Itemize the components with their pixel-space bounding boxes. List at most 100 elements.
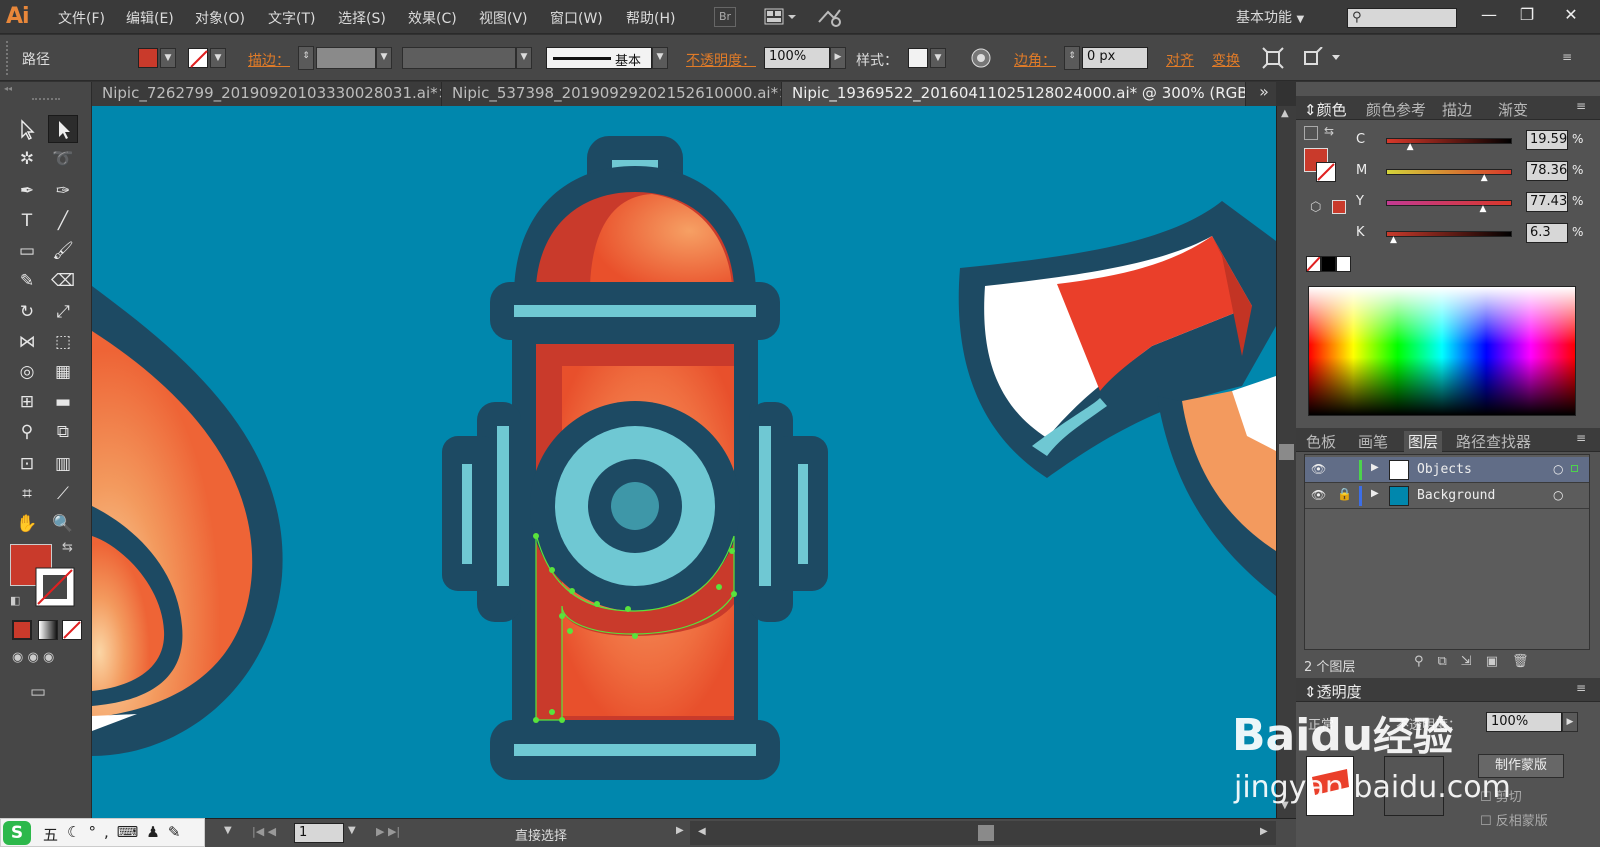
opacity-arrow-icon[interactable]: ▶ <box>1562 712 1578 732</box>
tab-document-2[interactable]: Nipic_537398_20190929202152610000.ai*× <box>442 82 782 106</box>
tab-brushes[interactable]: 画笔 <box>1358 431 1388 452</box>
tab-layers[interactable]: 图层 <box>1404 431 1443 452</box>
rectangle-tool-icon[interactable]: ▭ <box>12 237 42 265</box>
channel-value-field[interactable]: 6.3 <box>1526 223 1568 243</box>
panel-menu-icon[interactable]: ≡ <box>1576 99 1586 113</box>
opacity-arrow-icon[interactable]: ▶ <box>830 47 846 69</box>
swap-icon[interactable]: ⇆ <box>1324 124 1334 138</box>
tab-color-guide[interactable]: 颜色参考 <box>1366 99 1426 120</box>
hand-tool-icon[interactable]: ✋ <box>12 510 42 538</box>
expand-triangle-icon[interactable]: ▶ <box>1371 488 1379 499</box>
brush-dropdown-icon[interactable]: ▼ <box>652 47 668 69</box>
hscroll-thumb[interactable] <box>978 825 994 841</box>
perspective-grid-tool-icon[interactable]: ▦ <box>48 358 78 386</box>
profile-dropdown-icon[interactable]: ▼ <box>516 47 532 69</box>
blend-tool-icon[interactable]: ⧉ <box>48 418 78 446</box>
first-page-icon[interactable]: |◀ ◀ <box>252 825 276 838</box>
isolate-object-icon[interactable] <box>1262 47 1284 69</box>
menu-file[interactable]: 文件(F) <box>58 8 105 28</box>
type-tool-icon[interactable]: T <box>12 207 42 235</box>
quick-swatches[interactable] <box>1306 256 1352 272</box>
recolor-artwork-icon[interactable] <box>970 47 992 69</box>
default-colors-icon[interactable]: ◧ <box>10 594 24 608</box>
color-spectrum[interactable] <box>1308 286 1576 416</box>
style-dropdown-icon[interactable]: ▼ <box>930 48 946 68</box>
tab-transparency[interactable]: ⇕透明度 <box>1304 681 1362 702</box>
artboard-tool-icon[interactable]: ⌗ <box>12 480 42 508</box>
symbol-sprayer-tool-icon[interactable]: ⊡ <box>12 450 42 478</box>
tab-gradient[interactable]: 渐变 <box>1498 99 1528 120</box>
slider-thumb-icon[interactable]: ▲ <box>1390 235 1397 245</box>
slider-thumb-icon[interactable]: ▲ <box>1480 204 1487 214</box>
stroke-weight-dropdown-icon[interactable]: ▼ <box>376 47 392 69</box>
target-circle-icon[interactable]: ○ <box>1553 488 1563 502</box>
selection-tool-icon[interactable] <box>12 115 42 143</box>
slice-tool-icon[interactable]: ⟋ <box>48 480 78 508</box>
stroke-none-swatch[interactable] <box>188 48 208 68</box>
menu-type[interactable]: 文字(T) <box>268 8 315 28</box>
scroll-left-icon[interactable]: ◀ <box>698 826 706 837</box>
align-link[interactable]: 对齐 <box>1166 50 1194 70</box>
channel-slider[interactable] <box>1386 231 1512 237</box>
channel-value-field[interactable]: 78.36 <box>1526 161 1568 181</box>
mesh-tool-icon[interactable]: ⊞ <box>12 388 42 416</box>
menu-view[interactable]: 视图(V) <box>479 8 528 28</box>
ime-tools-icons[interactable]: ☾°,⌨♟✎ <box>67 823 188 841</box>
eye-icon[interactable]: 👁 <box>1311 462 1326 476</box>
scale-tool-icon[interactable]: ⤢ <box>48 298 78 326</box>
workspace-switcher[interactable]: 基本功能 ▼ <box>1236 7 1304 27</box>
channel-value-field[interactable]: 77.43 <box>1526 192 1568 212</box>
layer-row-background[interactable]: 👁 🔒 ▶ Background ○ <box>1305 483 1589 509</box>
status-menu-icon[interactable]: ▶ <box>676 825 684 836</box>
opacity-field[interactable]: 100% <box>764 47 830 69</box>
pencil-tool-icon[interactable]: ✎ <box>12 267 42 295</box>
next-page-icon[interactable]: ▶ ▶| <box>376 825 400 838</box>
brush-definition[interactable]: 基本 <box>546 47 652 69</box>
channel-slider[interactable] <box>1386 200 1512 206</box>
stroke-fill-mini-icon[interactable] <box>1304 126 1318 140</box>
variable-width-profile[interactable] <box>402 47 516 69</box>
stroke-dropdown-icon[interactable]: ▼ <box>210 48 226 68</box>
direct-selection-tool-icon[interactable] <box>48 115 78 143</box>
line-tool-icon[interactable]: ╱ <box>48 207 78 235</box>
artboard-canvas[interactable] <box>92 106 1276 818</box>
corner-radius-field[interactable]: 0 px <box>1082 47 1148 69</box>
flame-artwork[interactable] <box>92 286 283 756</box>
screen-mode-icon[interactable]: ▭ <box>30 682 60 702</box>
panel-menu-icon[interactable]: ≡ <box>1562 50 1580 64</box>
menu-help[interactable]: 帮助(H) <box>626 8 675 28</box>
opacity-label[interactable]: 不透明度： <box>686 50 756 70</box>
tabs-overflow-icon[interactable]: » <box>1252 82 1276 106</box>
tab-stroke[interactable]: 描边 <box>1442 99 1472 120</box>
target-circle-icon[interactable]: ○ <box>1553 462 1563 476</box>
restore-button[interactable]: ❐ <box>1512 4 1542 28</box>
tab-document-3[interactable]: Nipic_19369522_20160411025128024000.ai* … <box>782 82 1246 106</box>
width-tool-icon[interactable]: ⋈ <box>12 328 42 356</box>
tab-color[interactable]: ⇕颜色 <box>1304 99 1347 120</box>
stroke-weight-field[interactable] <box>316 47 376 69</box>
bridge-button[interactable]: Br <box>714 7 736 27</box>
gradient-tool-icon[interactable]: ▬ <box>48 388 78 416</box>
panel-menu-icon[interactable]: ≡ <box>1576 681 1586 695</box>
invert-mask-checkbox[interactable]: ☐ 反相蒙版 <box>1480 810 1548 829</box>
menu-window[interactable]: 窗口(W) <box>550 8 603 28</box>
horizontal-scrollbar[interactable]: ◀ ▶ <box>690 821 1276 845</box>
panel-menu-icon[interactable]: ≡ <box>1576 431 1586 445</box>
channel-value-field[interactable]: 19.59 <box>1526 130 1568 150</box>
swap-colors-icon[interactable]: ⇆ <box>62 540 78 556</box>
none-swatch[interactable] <box>1306 256 1321 272</box>
expand-triangle-icon[interactable]: ▶ <box>1371 462 1379 473</box>
page-dropdown-icon[interactable]: ▼ <box>348 825 356 836</box>
channel-slider[interactable] <box>1386 169 1512 175</box>
corner-label[interactable]: 边角： <box>1014 50 1056 70</box>
scroll-up-icon[interactable]: ▲ <box>1281 108 1289 119</box>
slider-thumb-icon[interactable]: ▲ <box>1407 142 1414 152</box>
zoom-dropdown-icon[interactable]: ▼ <box>224 825 240 841</box>
menu-edit[interactable]: 编辑(E) <box>126 8 174 28</box>
ime-mode-label[interactable]: 五 <box>43 824 58 845</box>
none-mode-icon[interactable] <box>62 620 82 640</box>
color-mode-icon[interactable] <box>12 620 32 640</box>
transform-link[interactable]: 变换 <box>1212 50 1240 70</box>
pen-tool-icon[interactable]: ✒ <box>12 177 42 205</box>
eraser-tool-icon[interactable]: ⌫ <box>48 267 78 295</box>
